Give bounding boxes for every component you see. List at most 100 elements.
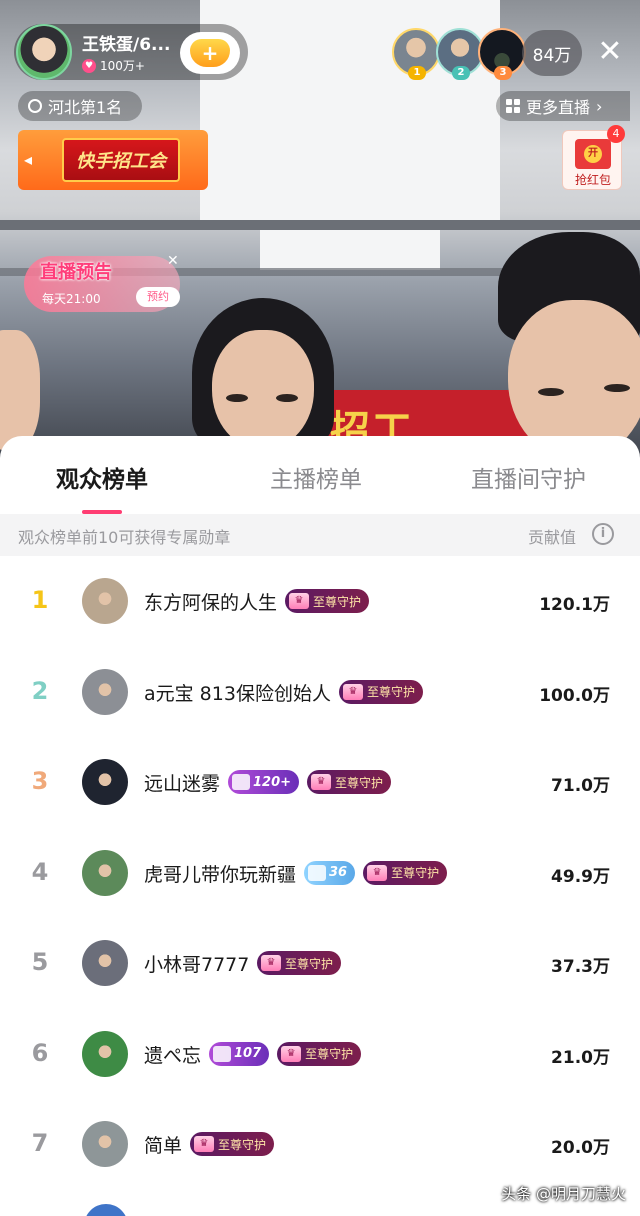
ceiling-beam bbox=[0, 220, 640, 230]
reserve-button[interactable]: 预约 bbox=[136, 287, 180, 307]
top-viewer-2[interactable]: 2 bbox=[436, 28, 484, 80]
avatar[interactable] bbox=[82, 1030, 128, 1077]
guardian-badge: ♛ 至尊守护 bbox=[190, 1132, 275, 1156]
level-badge: 107 bbox=[209, 1041, 270, 1066]
avatar[interactable] bbox=[82, 759, 128, 805]
ranking-row[interactable]: 3 远山迷雾 120+ ♛ 至尊守护 71.0万 bbox=[0, 737, 640, 827]
close-icon[interactable]: ✕ bbox=[594, 36, 626, 68]
guardian-label: 至尊守护 bbox=[305, 1047, 354, 1061]
guardian-badge: ♛ 至尊守护 bbox=[339, 679, 424, 704]
red-packet-label: 抢红包 bbox=[574, 173, 611, 187]
level-value: 107 bbox=[234, 1046, 262, 1061]
viewer-name[interactable]: a元宝 813保险创始人 bbox=[144, 679, 331, 706]
rank-number: 7 bbox=[31, 1129, 49, 1157]
contribution-value: 20.0万 bbox=[551, 1138, 610, 1158]
follow-button[interactable]: + bbox=[180, 32, 240, 74]
viewer-name[interactable]: 遗ぺ忘 bbox=[144, 1041, 201, 1068]
crown-icon: ♛ bbox=[311, 774, 332, 790]
viewer-name[interactable]: 小林哥7777 bbox=[144, 950, 249, 977]
top-viewer-1[interactable]: 1 bbox=[392, 28, 440, 80]
follow-heart-icon: + bbox=[190, 39, 230, 67]
viewer-badges: ♛ 至尊守护 bbox=[257, 951, 342, 975]
viewer-count[interactable]: 84万 bbox=[522, 30, 582, 76]
promo-banner-label[interactable]: 快手招工会 bbox=[62, 138, 180, 182]
guardian-label: 至尊守护 bbox=[218, 1137, 267, 1152]
presenter-arm bbox=[0, 330, 40, 450]
host-likes-count: 100万+ bbox=[100, 59, 145, 73]
grid-icon bbox=[506, 99, 520, 113]
rank-number: 6 bbox=[31, 1038, 49, 1067]
ranking-row[interactable]: 1 东方阿保的人生 ♛ 至尊守护 120.1万 bbox=[0, 556, 640, 646]
avatar[interactable] bbox=[82, 940, 128, 986]
red-envelope-icon: 开 bbox=[575, 139, 611, 169]
ceiling-light-strip bbox=[260, 230, 440, 270]
gem-icon bbox=[213, 1045, 231, 1062]
ranking-row[interactable]: 5 小林哥7777 ♛ 至尊守护 37.3万 bbox=[0, 918, 640, 1008]
contribution-value: 100.0万 bbox=[539, 685, 610, 706]
guardian-label: 至尊守护 bbox=[335, 775, 384, 790]
crown-icon: ♛ bbox=[289, 593, 309, 609]
guardian-badge: ♛ 至尊守护 bbox=[363, 860, 448, 885]
viewer-badges: 36 ♛ 至尊守护 bbox=[304, 860, 448, 885]
guardian-label: 至尊守护 bbox=[313, 594, 362, 609]
ranking-row[interactable]: 2 a元宝 813保险创始人 ♛ 至尊守护 100.0万 bbox=[0, 647, 640, 737]
guardian-badge: ♛ 至尊守护 bbox=[257, 951, 342, 975]
level-value: 120+ bbox=[253, 774, 292, 790]
avatar[interactable] bbox=[82, 578, 128, 624]
rank-number: 4 bbox=[31, 857, 49, 886]
tab-room-guardians[interactable]: 直播间守护 bbox=[471, 460, 586, 494]
gem-icon bbox=[308, 864, 326, 881]
viewer-badges: 107 ♛ 至尊守护 bbox=[209, 1041, 362, 1066]
viewer-name[interactable]: 简单 bbox=[144, 1131, 182, 1158]
rank-number: 2 bbox=[31, 676, 49, 705]
viewer-badges: ♛ 至尊守护 bbox=[339, 679, 424, 704]
level-badge: 36 bbox=[304, 860, 356, 885]
ranking-row[interactable]: 6 遗ぺ忘 107 ♛ 至尊守护 21.0万 bbox=[0, 1009, 640, 1099]
info-icon[interactable]: i bbox=[592, 523, 614, 545]
region-rank-chip[interactable]: 河北第1名 bbox=[18, 91, 142, 121]
level-badge: 120+ bbox=[228, 770, 300, 794]
live-preview-time: 每天21:00 bbox=[42, 292, 101, 306]
ranking-row[interactable]: 4 虎哥儿带你玩新疆 36 ♛ 至尊守护 49.9万 bbox=[0, 828, 640, 918]
live-preview-title: 直播预告 bbox=[40, 262, 112, 283]
viewer-badges: ♛ 至尊守护 bbox=[190, 1132, 275, 1156]
caret-left-icon[interactable]: ◂ bbox=[24, 150, 32, 169]
top-viewer-3[interactable]: 3 bbox=[478, 28, 526, 80]
heart-icon: ♥ bbox=[82, 58, 96, 73]
guardian-label: 至尊守护 bbox=[391, 866, 440, 880]
tab-host-ranking[interactable]: 主播榜单 bbox=[270, 460, 362, 494]
host-name[interactable]: 王铁蛋/6... bbox=[82, 30, 182, 55]
avatar[interactable] bbox=[82, 1121, 128, 1167]
watermark: 头条 @明月刀慧火 bbox=[501, 1185, 626, 1203]
top-viewer-rank: 2 bbox=[452, 66, 470, 80]
viewer-badges: ♛ 至尊守护 bbox=[285, 589, 370, 613]
viewer-badges: 120+ ♛ 至尊守护 bbox=[228, 770, 392, 794]
level-value: 36 bbox=[329, 865, 348, 880]
avatar[interactable] bbox=[82, 849, 128, 896]
crown-icon: ♛ bbox=[367, 864, 388, 881]
viewer-name[interactable]: 虎哥儿带你玩新疆 bbox=[144, 860, 296, 887]
host-likes: ♥ 100万+ bbox=[82, 57, 145, 74]
guardian-badge: ♛ 至尊守护 bbox=[307, 770, 392, 794]
ranking-row[interactable]: 7 简单 ♛ 至尊守护 20.0万 bbox=[0, 1099, 640, 1189]
crown-icon: ♛ bbox=[343, 683, 363, 700]
host-avatar[interactable] bbox=[16, 24, 72, 80]
viewer-name[interactable]: 远山迷雾 bbox=[144, 769, 220, 796]
guardian-badge: ♛ 至尊守护 bbox=[277, 1041, 362, 1066]
gem-icon bbox=[232, 774, 250, 790]
guardian-label: 至尊守护 bbox=[367, 685, 416, 699]
more-live-button[interactable]: 更多直播 › bbox=[496, 91, 630, 121]
close-icon[interactable]: ✕ bbox=[167, 253, 179, 269]
viewer-name[interactable]: 东方阿保的人生 bbox=[144, 588, 277, 615]
rank-number: 3 bbox=[31, 767, 49, 795]
contribution-value: 21.0万 bbox=[551, 1047, 610, 1068]
tab-audience-ranking[interactable]: 观众榜单 bbox=[56, 460, 148, 494]
presenter-face bbox=[212, 330, 314, 450]
ranking-tabs: 观众榜单 主播榜单 直播间守护 bbox=[0, 436, 640, 514]
presenter-eye bbox=[604, 384, 630, 392]
presenter-eye bbox=[538, 388, 564, 396]
red-packet-button[interactable]: 开 抢红包 4 bbox=[562, 125, 625, 190]
avatar[interactable] bbox=[82, 668, 128, 715]
crown-icon: ♛ bbox=[194, 1136, 214, 1152]
crown-icon: ♛ bbox=[281, 1045, 302, 1062]
